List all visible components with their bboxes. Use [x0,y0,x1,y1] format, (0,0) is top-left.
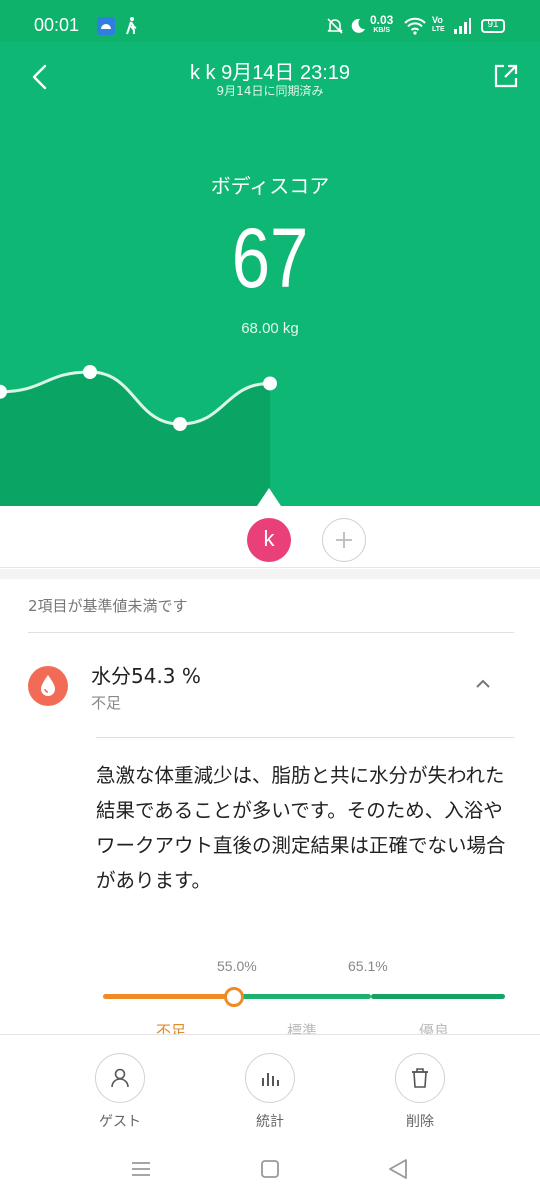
trend-point [263,376,277,391]
selected-user-pointer [257,488,281,506]
guest-label: ゲスト [99,1114,141,1130]
trash-icon [412,1068,428,1088]
metric-title: 水分54.3 % [91,664,201,688]
net-speed: 0.03 KB/S [370,13,394,34]
range-bar-standard [237,994,371,999]
trend-area [0,372,270,506]
person-icon [111,1068,129,1088]
threshold-high-label: 65.1% [348,958,388,974]
chevron-up-icon[interactable] [472,676,494,692]
delete-button[interactable] [395,1053,445,1103]
weight-value: 68.00 kg [241,320,299,337]
page-title: k k 9月14日 23:19 [189,62,351,84]
signal-icon [454,18,471,34]
current-level-marker [223,987,244,1007]
bar-chart-icon [262,1073,279,1086]
back-icon[interactable] [386,1157,410,1181]
metric-status: 不足 [91,694,122,712]
bottom-action-bar: ゲスト 統計 削除 [0,1034,540,1139]
volte-indicator: Vo LTE [432,15,445,33]
walking-icon [126,17,137,35]
plus-icon [336,532,352,548]
menu-icon[interactable] [129,1157,153,1181]
moon-icon [351,18,365,33]
range-bar-excellent [371,994,505,999]
statistics-label: 統計 [256,1114,284,1130]
metric-description: 急激な体重減少は、脂肪と共に水分が失われた結果であることが多いです。そのため、入… [96,764,506,892]
trend-point [83,365,97,379]
android-debug-icon [97,17,115,35]
mute-bell-icon [327,18,343,34]
body-score-value: 67 [231,211,309,305]
divider [96,737,514,738]
add-user-button[interactable] [322,518,366,562]
divider [28,632,514,633]
statistics-button[interactable] [245,1053,295,1103]
battery-icon: 91 [481,19,505,33]
threshold-low-label: 55.0% [217,958,257,974]
wifi-icon [404,17,426,35]
system-nav-bar [0,1139,540,1200]
delete-label: 削除 [406,1114,434,1130]
home-icon[interactable] [258,1157,282,1181]
water-drop-icon [28,666,68,706]
range-bar-low [103,994,237,999]
user-avatar[interactable]: k [247,518,291,562]
section-gap [0,569,540,579]
trend-point [173,417,187,431]
user-selector: k [0,506,540,568]
status-bar: 00:01 0.03 KB/S Vo LTE 91 [0,0,540,42]
share-icon[interactable] [492,62,520,90]
status-time: 00:01 [34,15,80,35]
guest-button[interactable] [95,1053,145,1103]
body-score-header: k k 9月14日 23:19 9月14日に同期済み ボディスコア 67 68.… [0,42,540,506]
sync-status: 9月14日に同期済み [216,84,324,98]
summary-notice: 2項目が基準値未満です [28,597,188,615]
body-score-label: ボディスコア [210,174,330,198]
